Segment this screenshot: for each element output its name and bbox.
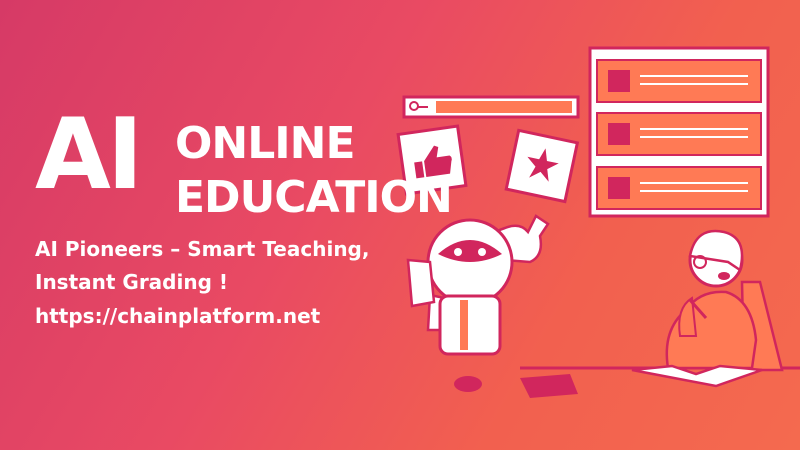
student-illustration bbox=[520, 229, 784, 398]
ai-title: AI bbox=[35, 98, 143, 212]
banner: AI ONLINE EDUCATION AI Pioneers – Smart … bbox=[0, 0, 800, 450]
tagline-line1: AI Pioneers – Smart Teaching, bbox=[35, 237, 370, 261]
list-item bbox=[596, 166, 762, 210]
headline-line1: ONLINE bbox=[175, 118, 356, 169]
list-item bbox=[596, 59, 762, 103]
illustration-layer bbox=[396, 46, 800, 398]
list-item bbox=[596, 112, 762, 156]
star-card bbox=[504, 128, 580, 204]
headline-line2: EDUCATION bbox=[175, 172, 453, 223]
search-bar bbox=[402, 95, 580, 119]
list-panel bbox=[588, 46, 770, 218]
url-link[interactable]: https://chainplatform.net bbox=[35, 304, 320, 328]
robot-illustration bbox=[406, 214, 550, 392]
tagline-line2: Instant Grading ! bbox=[35, 270, 228, 294]
